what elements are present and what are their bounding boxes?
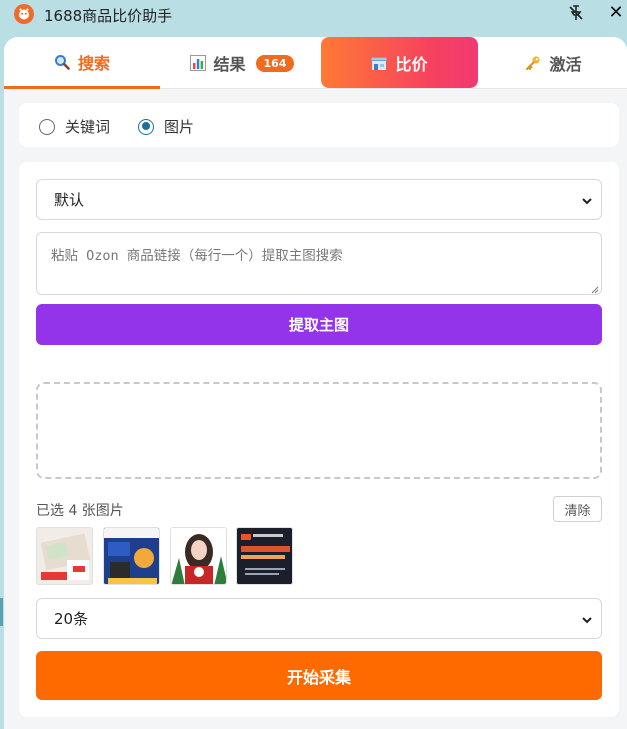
radio-keyword-label: 关键词 — [65, 118, 111, 136]
tab-compare-label: 比价 — [395, 54, 428, 74]
radio-image[interactable]: 图片 — [138, 116, 194, 137]
ozon-link-placeholder: 粘贴 Ozon 商品链接（每行一个）提取主图搜索 — [51, 248, 343, 264]
tab-results[interactable]: 结果 164 — [164, 37, 320, 89]
bar-chart-icon — [189, 55, 206, 71]
results-count-badge: 164 — [255, 54, 295, 72]
store-icon — [371, 55, 387, 71]
close-button[interactable]: ✕ — [606, 2, 626, 24]
thumbnail-3[interactable] — [170, 527, 227, 585]
ozon-link-input[interactable]: 粘贴 Ozon 商品链接（每行一个）提取主图搜索 — [36, 232, 602, 295]
image-drop-zone[interactable] — [36, 382, 602, 479]
sort-select[interactable]: 默认 — [36, 179, 602, 220]
radio-image-label: 图片 — [164, 118, 195, 136]
tab-search[interactable]: 搜索 — [4, 37, 160, 89]
chevron-down-icon — [581, 612, 593, 624]
search-icon — [54, 54, 70, 70]
clear-button[interactable]: 清除 — [553, 496, 602, 522]
tab-activate[interactable]: 激活 — [480, 37, 627, 89]
count-select-value: 20条 — [54, 610, 89, 628]
window-title: 1688商品比价助手 — [44, 7, 173, 25]
tab-search-label: 搜索 — [77, 53, 110, 73]
selected-count-text: 已选 4 张图片 — [36, 503, 124, 519]
tab-bar: 搜索 结果 164 比价 激活 — [4, 37, 627, 89]
resize-grip-icon[interactable] — [589, 282, 599, 294]
title-bar: 1688商品比价助手 ✕ — [0, 0, 627, 28]
start-collect-button[interactable]: 开始采集 — [36, 651, 602, 700]
image-search-card: 默认 粘贴 Ozon 商品链接（每行一个）提取主图搜索 提取主图 已选 4 张图… — [19, 162, 619, 717]
thumbnail-2[interactable] — [103, 527, 160, 585]
tab-results-label: 结果 — [213, 55, 246, 74]
main-panel: 搜索 结果 164 比价 激活 关键词 图片 默认 粘贴 Ozon 商品链接（每… — [4, 37, 627, 729]
selected-images-row: 已选 4 张图片 清除 — [36, 496, 602, 522]
radio-image-circle[interactable] — [138, 118, 154, 135]
thumbnail-1[interactable] — [36, 527, 93, 585]
extract-main-image-button[interactable]: 提取主图 — [36, 304, 602, 345]
unpin-icon[interactable] — [567, 4, 585, 22]
radio-keyword-circle[interactable] — [39, 118, 55, 135]
window-edge-handle — [0, 598, 3, 626]
sort-select-value: 默认 — [54, 191, 85, 209]
radio-keyword[interactable]: 关键词 — [39, 116, 110, 137]
key-icon — [525, 55, 541, 71]
count-select[interactable]: 20条 — [36, 598, 602, 639]
chevron-down-icon — [581, 193, 593, 205]
tab-activate-label: 激活 — [549, 55, 582, 74]
tab-compare[interactable]: 比价 — [321, 37, 478, 88]
thumbnail-4[interactable] — [236, 527, 293, 585]
app-logo-icon — [14, 4, 34, 24]
search-mode-card: 关键词 图片 — [19, 103, 619, 147]
